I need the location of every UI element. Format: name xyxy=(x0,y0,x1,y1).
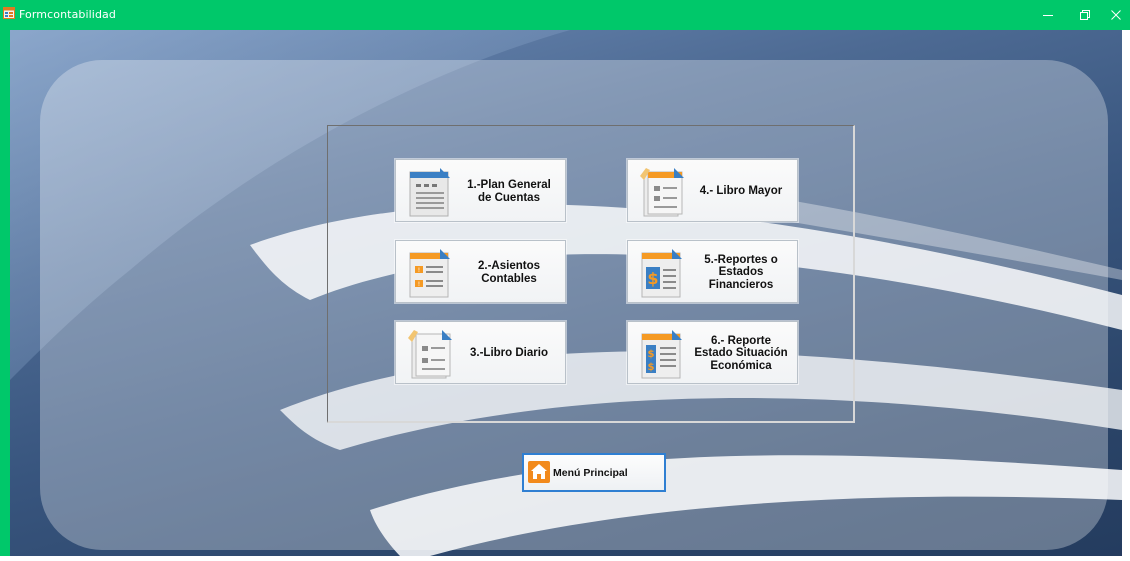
svg-text:!: ! xyxy=(418,281,420,288)
app-window: Formcontabilidad 1.-Plan General de Cuen… xyxy=(0,0,1130,561)
journal-icon xyxy=(408,330,452,379)
dollar-document-icon: $ $ xyxy=(641,330,682,379)
document-list-icon xyxy=(409,168,450,217)
asientos-contables-label: 2.-Asientos Contables xyxy=(478,259,540,285)
minimize-button[interactable] xyxy=(1033,4,1063,28)
ledger-icon xyxy=(640,168,684,217)
close-icon xyxy=(1111,10,1121,20)
window-bottom-border xyxy=(0,556,1130,561)
menu-principal-button[interactable]: Menú Principal xyxy=(522,453,666,492)
form-client-area: 1.-Plan General de Cuentas 4.- Libro May… xyxy=(10,30,1122,556)
plan-general-cuentas-label: 1.-Plan General de Cuentas xyxy=(467,178,551,204)
window-title: Formcontabilidad xyxy=(19,8,116,21)
entries-icon: ! ! xyxy=(409,249,450,298)
svg-text:$: $ xyxy=(648,362,655,373)
menu-principal-label: Menú Principal xyxy=(553,466,628,479)
maximize-button[interactable] xyxy=(1070,4,1100,28)
reportes-estados-financieros-button[interactable]: $ 5.-Reportes o Estados Financieros xyxy=(627,240,798,303)
reporte-estado-situacion-label: 6.- Reporte Estado Situación Económica xyxy=(694,334,788,372)
svg-text:$: $ xyxy=(648,349,655,360)
close-button[interactable] xyxy=(1101,4,1130,28)
title-bar[interactable]: Formcontabilidad xyxy=(0,0,1130,30)
libro-mayor-label: 4.- Libro Mayor xyxy=(699,185,783,198)
window-left-border xyxy=(0,30,10,561)
svg-text:$: $ xyxy=(647,269,658,288)
dollar-report-icon: $ xyxy=(641,249,682,298)
libro-diario-label: 3.-Libro Diario xyxy=(470,347,548,360)
reporte-estado-situacion-button[interactable]: $ $ 6.- Reporte Estado Situación Económi… xyxy=(627,321,798,384)
home-icon xyxy=(528,461,550,483)
menu-group-box: 1.-Plan General de Cuentas 4.- Libro May… xyxy=(327,125,855,423)
restore-icon xyxy=(1080,10,1090,20)
reportes-estados-financieros-label: 5.-Reportes o Estados Financieros xyxy=(704,253,778,291)
libro-diario-button[interactable]: 3.-Libro Diario xyxy=(395,321,566,384)
minimize-icon xyxy=(1043,15,1053,16)
app-form-icon xyxy=(3,7,15,19)
asientos-contables-button[interactable]: ! ! 2.-Asientos Contables xyxy=(395,240,566,303)
libro-mayor-button[interactable]: 4.- Libro Mayor xyxy=(627,159,798,222)
svg-text:!: ! xyxy=(418,267,420,274)
plan-general-cuentas-button[interactable]: 1.-Plan General de Cuentas xyxy=(395,159,566,222)
